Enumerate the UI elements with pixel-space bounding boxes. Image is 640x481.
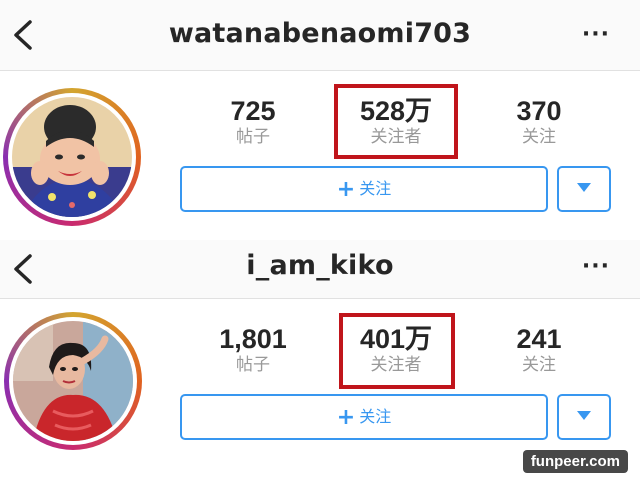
stat-value: 725: [230, 96, 276, 126]
stat-following[interactable]: 370 关注: [484, 96, 594, 148]
stat-posts[interactable]: 725 帖子: [198, 96, 308, 148]
triangle-down-icon: [577, 183, 591, 192]
stat-label: 关注: [522, 355, 556, 375]
follow-button[interactable]: + 关注: [180, 394, 548, 440]
watermark: funpeer.com: [522, 450, 628, 473]
followers-highlight-box: [334, 84, 458, 159]
more-options-icon[interactable]: ···: [582, 22, 610, 47]
avatar[interactable]: [4, 312, 142, 450]
profile-panel-1: watanabenaomi703 ··· 725 帖子 528万 关注者 370…: [0, 0, 640, 240]
suggested-dropdown-button[interactable]: [557, 394, 611, 440]
plus-icon: +: [336, 177, 356, 202]
avatar[interactable]: [3, 88, 141, 226]
stat-label: 关注: [522, 127, 556, 147]
profile-header: i_am_kiko ···: [0, 240, 640, 299]
profile-username: watanabenaomi703: [168, 18, 472, 49]
stat-posts[interactable]: 1,801 帖子: [198, 324, 308, 376]
avatar-photo: [12, 97, 132, 217]
triangle-down-icon: [577, 411, 591, 420]
avatar-photo: [13, 321, 133, 441]
stat-value: 241: [516, 324, 562, 354]
plus-icon: +: [336, 405, 356, 430]
follow-button[interactable]: + 关注: [180, 166, 548, 212]
stat-label: 帖子: [236, 355, 270, 375]
followers-highlight-box: [339, 313, 455, 389]
stat-label: 帖子: [236, 127, 270, 147]
follow-label: 关注: [359, 407, 392, 426]
profile-username: i_am_kiko: [246, 250, 394, 281]
more-options-icon[interactable]: ···: [582, 254, 610, 279]
stat-value: 1,801: [219, 324, 287, 354]
stat-following[interactable]: 241 关注: [484, 324, 594, 376]
stat-value: 370: [516, 96, 562, 126]
profile-header: watanabenaomi703 ···: [0, 0, 640, 71]
profile-panel-2: i_am_kiko ··· 1,801 帖子 401万 关注者 241 关注 +…: [0, 240, 640, 481]
suggested-dropdown-button[interactable]: [557, 166, 611, 212]
follow-label: 关注: [359, 179, 392, 198]
